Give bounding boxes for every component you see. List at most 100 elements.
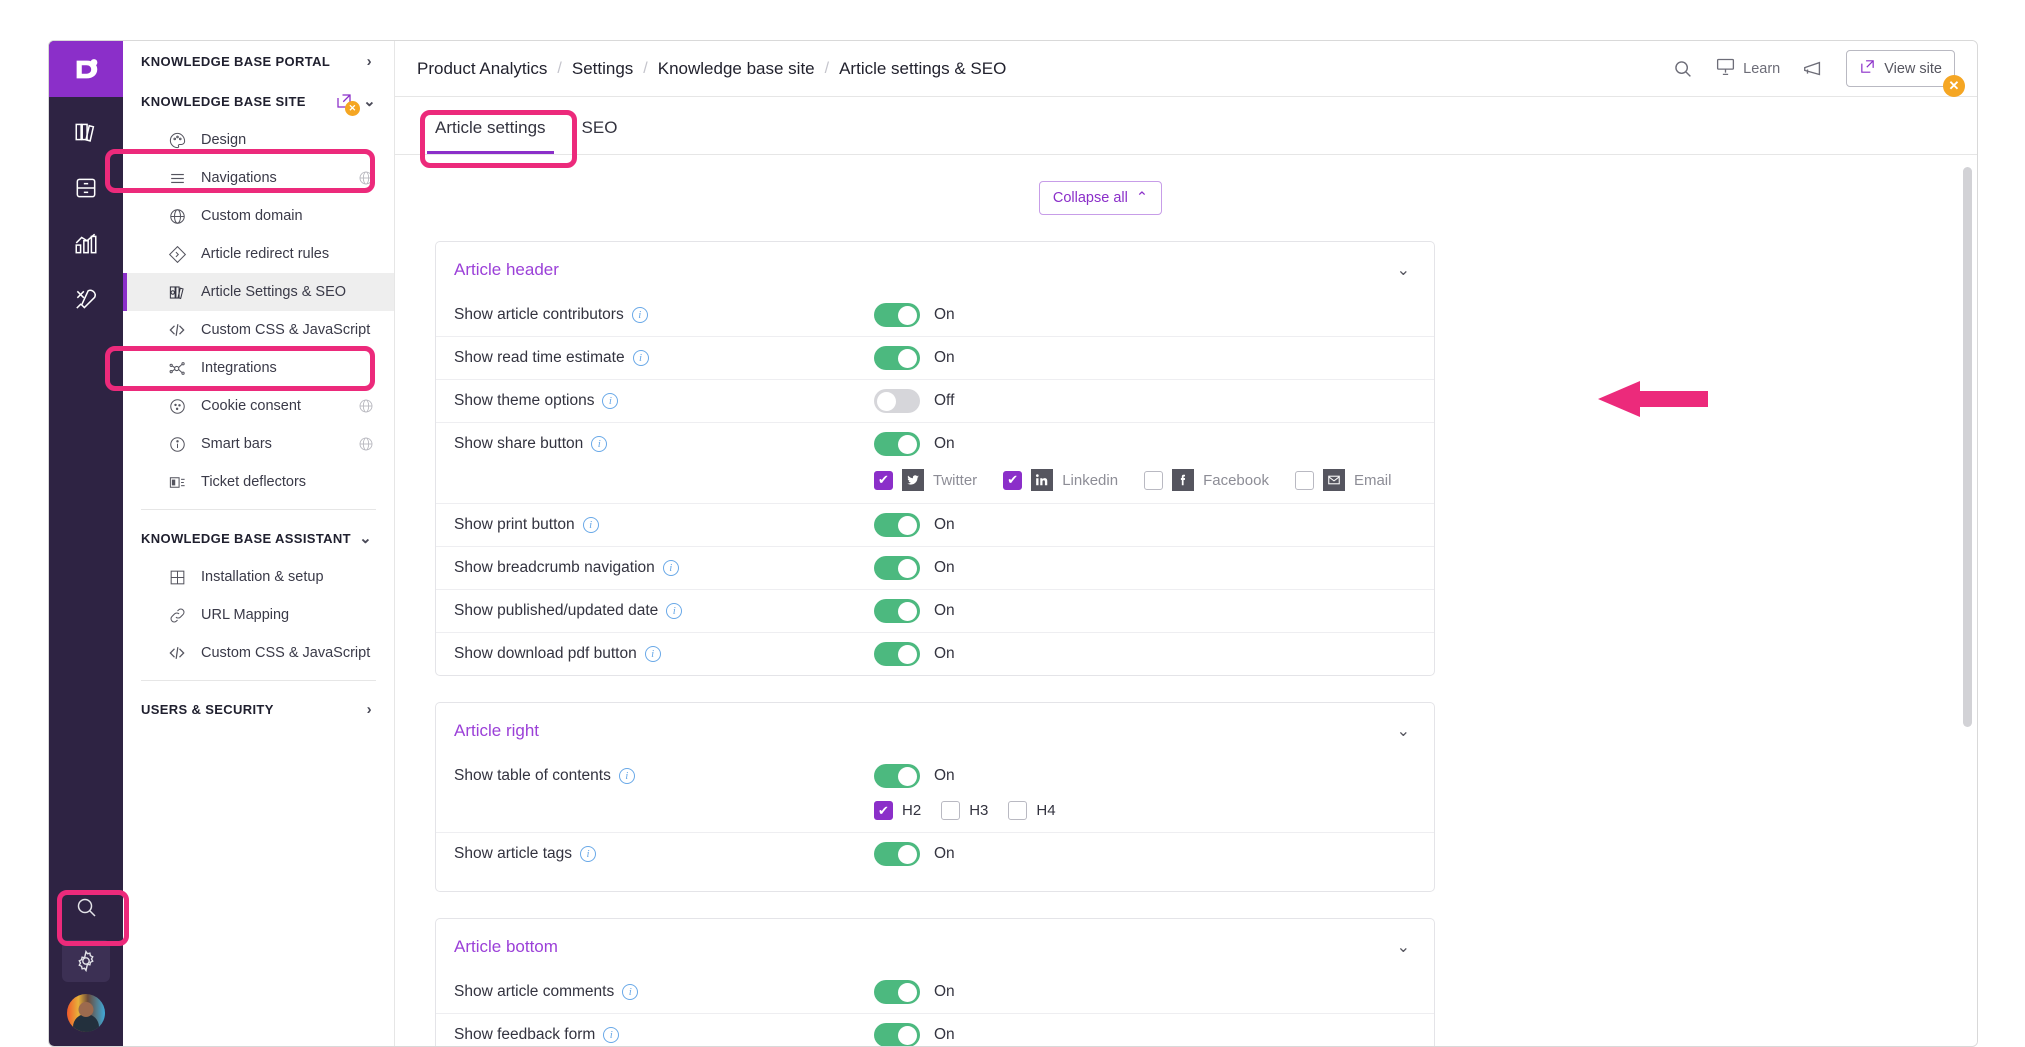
toggle-show-table-of-contents[interactable] — [874, 764, 920, 788]
breadcrumb-item-settings[interactable]: Settings — [572, 59, 633, 79]
toggle-show-article-comments[interactable] — [874, 980, 920, 1004]
gear-icon[interactable] — [62, 940, 110, 982]
info-icon[interactable]: i — [582, 517, 599, 533]
info-icon[interactable]: i — [591, 436, 608, 452]
checkbox[interactable]: ✔ — [1003, 470, 1023, 490]
rail-item-analytics[interactable] — [62, 223, 110, 265]
breadcrumb-item-article-settings-seo[interactable]: Article settings & SEO — [839, 59, 1006, 79]
sidebar-group-label: KNOWLEDGE BASE PORTAL — [141, 53, 331, 69]
info-icon[interactable]: i — [603, 1027, 620, 1043]
tab-seo[interactable]: SEO — [564, 118, 636, 154]
sidebar-group-knowledge-base-site[interactable]: KNOWLEDGE BASE SITE ✕ ⌄ — [123, 81, 394, 121]
info-icon[interactable]: i — [631, 307, 648, 323]
breadcrumb-separator: / — [824, 59, 830, 77]
sidebar-item-integrations[interactable]: Integrations — [123, 349, 394, 387]
checkbox[interactable] — [1144, 470, 1164, 490]
share-option-facebook[interactable]: Facebook — [1144, 469, 1269, 491]
share-option-linkedin[interactable]: ✔ Linkedin — [1003, 469, 1118, 491]
sidebar-group-users-security[interactable]: USERS & SECURITY › — [123, 689, 394, 729]
sidebar-item-ticket-deflectors[interactable]: Ticket deflectors — [123, 463, 394, 501]
heading-option-h3[interactable]: H3 — [941, 801, 988, 820]
toggle-state-label: On — [934, 602, 955, 619]
setting-label-text: Show article contributors — [454, 306, 624, 323]
document360-logo-icon[interactable] — [49, 41, 123, 97]
card-header[interactable]: Article header ⌄ — [436, 242, 1434, 294]
settings-content-inner: Collapse all ⌃ Article header ⌄ Show art… — [395, 155, 1977, 1046]
learn-button[interactable]: Learn — [1715, 56, 1780, 81]
info-icon[interactable]: i — [618, 768, 635, 784]
setting-row-show-read-time-estimate: Show read time estimate i On — [436, 336, 1434, 379]
card-header[interactable]: Article bottom ⌄ — [436, 919, 1434, 971]
sidebar-item-assistant-custom-css[interactable]: Custom CSS & JavaScript — [123, 634, 394, 672]
toggle-show-share-button[interactable] — [874, 432, 920, 456]
search-icon[interactable] — [62, 886, 110, 928]
collapse-all-row: Collapse all ⌃ — [435, 181, 1937, 215]
info-icon[interactable]: i — [632, 350, 649, 366]
setting-label: Show theme options i — [454, 392, 874, 410]
sidebar-item-article-settings-seo[interactable]: Article Settings & SEO — [123, 273, 394, 311]
info-icon[interactable]: i — [622, 984, 639, 1000]
sidebar-item-installation-setup[interactable]: Installation & setup — [123, 558, 394, 596]
sidebar-item-custom-domain[interactable]: Custom domain — [123, 197, 394, 235]
globe-icon — [358, 398, 374, 414]
toggle-show-article-contributors[interactable] — [874, 303, 920, 327]
checkbox[interactable] — [1294, 470, 1314, 490]
megaphone-icon[interactable] — [1802, 58, 1824, 80]
checkbox[interactable]: ✔ — [874, 470, 893, 490]
info-icon[interactable]: i — [662, 560, 679, 576]
checkbox[interactable] — [941, 801, 961, 820]
toggle-state-label: On — [934, 306, 955, 323]
toggle-show-published-updated-date[interactable] — [874, 599, 920, 623]
checkbox[interactable]: ✔ — [874, 801, 893, 820]
chevron-down-icon: ⌄ — [1396, 939, 1410, 956]
tab-article-settings[interactable]: Article settings — [417, 118, 564, 154]
rail-item-books[interactable] — [62, 111, 110, 153]
view-site-button[interactable]: View site ✕ — [1846, 50, 1965, 97]
toggle-show-feedback-form[interactable] — [874, 1023, 920, 1046]
kb-site-external-link[interactable]: ✕ — [335, 92, 361, 116]
toggle-show-print-button[interactable] — [874, 513, 920, 537]
toggle-show-breadcrumb-navigation[interactable] — [874, 556, 920, 580]
toggle-show-article-tags[interactable] — [874, 842, 920, 866]
sidebar-item-article-redirect-rules[interactable]: Article redirect rules — [123, 235, 394, 273]
collapse-all-button[interactable]: Collapse all ⌃ — [1038, 181, 1162, 215]
info-icon[interactable]: i — [644, 646, 661, 662]
sidebar-group-knowledge-base-portal[interactable]: KNOWLEDGE BASE PORTAL › — [123, 41, 394, 81]
rail-item-drawer[interactable] — [62, 167, 110, 209]
toggle-show-theme-options[interactable] — [874, 389, 920, 413]
share-option-twitter[interactable]: ✔ Twitter — [874, 469, 977, 491]
info-icon[interactable]: i — [666, 603, 683, 619]
sidebar-item-url-mapping[interactable]: URL Mapping — [123, 596, 394, 634]
search-icon[interactable] — [1672, 58, 1693, 79]
settings-rail-wrap — [62, 940, 110, 982]
breadcrumb-separator: / — [643, 59, 648, 77]
avatar[interactable] — [67, 994, 105, 1032]
rail-item-tools[interactable] — [62, 279, 110, 321]
share-option-label: Facebook — [1203, 471, 1269, 489]
setting-label: Show article tags i — [454, 845, 874, 863]
sidebar-item-navigations[interactable]: Navigations — [123, 159, 394, 197]
toggle-show-read-time-estimate[interactable] — [874, 346, 920, 370]
sidebar-group-knowledge-base-assistant[interactable]: KNOWLEDGE BASE ASSISTANT ⌄ — [123, 518, 394, 558]
facebook-icon — [1172, 469, 1195, 491]
heading-option-h4[interactable]: H4 — [1008, 801, 1056, 820]
chevron-up-icon: ⌃ — [1135, 190, 1148, 206]
vertical-scrollbar[interactable] — [1963, 167, 1972, 727]
sidebar-item-smart-bars[interactable]: Smart bars — [123, 425, 394, 463]
sidebar-item-cookie-consent[interactable]: Cookie consent — [123, 387, 394, 425]
toggle-knob — [898, 601, 917, 621]
sidebar-item-custom-css-javascript[interactable]: Custom CSS & JavaScript — [123, 311, 394, 349]
ticket-deflector-icon — [165, 473, 189, 492]
card-header[interactable]: Article right ⌄ — [436, 703, 1434, 755]
toggle-show-download-pdf-button[interactable] — [874, 642, 920, 666]
heading-option-h2[interactable]: ✔ H2 — [874, 801, 921, 820]
breadcrumb-item-knowledge-base-site[interactable]: Knowledge base site — [658, 59, 815, 79]
share-option-email[interactable]: Email — [1294, 469, 1391, 491]
card-title: Article header — [454, 260, 559, 279]
setting-label-text: Show article tags — [454, 845, 573, 862]
info-icon[interactable]: i — [602, 393, 619, 409]
breadcrumb-item-product-analytics[interactable]: Product Analytics — [417, 59, 547, 79]
checkbox[interactable] — [1008, 801, 1028, 820]
info-icon[interactable]: i — [580, 846, 597, 862]
sidebar-item-design[interactable]: Design — [123, 121, 394, 159]
